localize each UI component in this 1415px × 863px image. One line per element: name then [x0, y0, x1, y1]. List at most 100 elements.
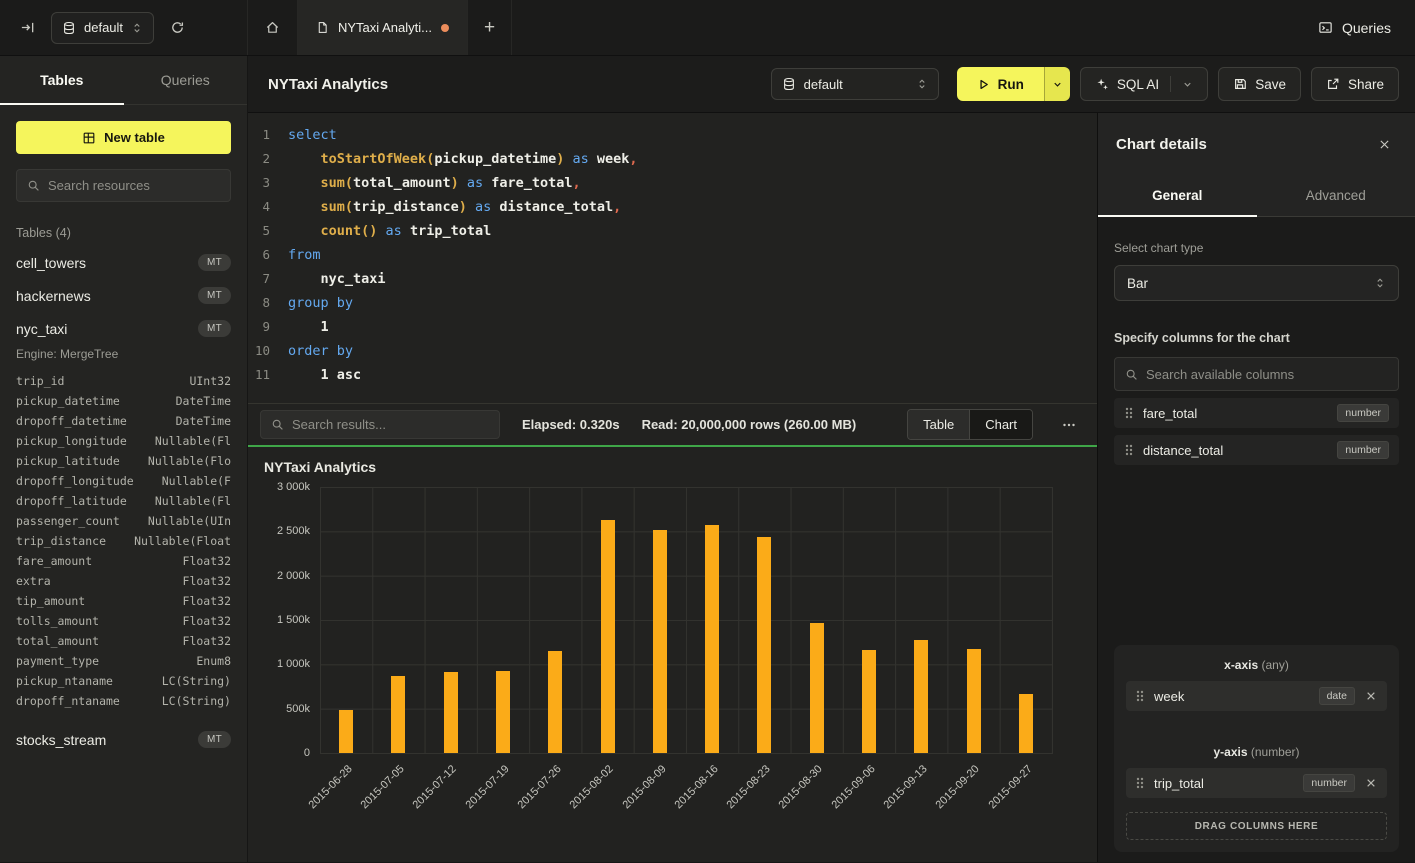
- tables-section-label: Tables (4): [16, 226, 231, 240]
- y-axis-column-item[interactable]: trip_totalnumber: [1126, 768, 1387, 798]
- topbar: default NYTaxi Analyti... + Queries: [0, 0, 1415, 56]
- table-name: stocks_stream: [16, 732, 106, 748]
- run-split-button: Run: [957, 67, 1070, 101]
- line-number: 6: [248, 243, 288, 267]
- column-type: Nullable(Fl: [155, 434, 231, 448]
- panel-title: Chart details: [1116, 136, 1207, 153]
- engine-badge: MT: [198, 320, 231, 337]
- share-icon: [1326, 77, 1340, 91]
- code-line: 4 sum(trip_distance) as distance_total,: [248, 195, 1097, 219]
- chart-bar: [862, 650, 876, 753]
- column-name: pickup_datetime: [16, 394, 120, 408]
- table-row[interactable]: nyc_taxi MT: [0, 312, 247, 345]
- column-type: Nullable(Fl: [155, 494, 231, 508]
- column-row: pickup_latitudeNullable(Flo: [0, 451, 247, 471]
- table-row[interactable]: hackernewsMT: [0, 279, 247, 312]
- database-selector[interactable]: default: [51, 12, 154, 44]
- sql-editor[interactable]: 1select2 toStartOfWeek(pickup_datetime) …: [248, 113, 1097, 403]
- table-name: nyc_taxi: [16, 321, 67, 337]
- columns-search: [1114, 357, 1399, 391]
- available-column-item[interactable]: distance_totalnumber: [1114, 435, 1399, 465]
- results-search-input[interactable]: [292, 417, 489, 432]
- code-text: 1 asc: [288, 363, 361, 387]
- column-type: Nullable(F: [162, 474, 231, 488]
- code-line: 8group by: [248, 291, 1097, 315]
- line-number: 1: [248, 123, 288, 147]
- sidebar-tab-queries[interactable]: Queries: [124, 56, 248, 104]
- view-toggle-table[interactable]: Table: [908, 410, 969, 439]
- chart-type-label: Select chart type: [1114, 241, 1399, 255]
- view-toggle: TableChart: [907, 409, 1033, 440]
- button-divider: [1170, 76, 1171, 92]
- resources-search-input[interactable]: [48, 178, 220, 193]
- search-icon: [271, 418, 284, 431]
- table-row[interactable]: stocks_streamMT: [0, 723, 247, 756]
- query-tab[interactable]: NYTaxi Analyti...: [297, 0, 468, 55]
- queries-button[interactable]: Queries: [1294, 0, 1415, 55]
- chart-bar: [705, 525, 719, 753]
- chart-bar: [810, 623, 824, 753]
- refresh-button[interactable]: [164, 14, 191, 41]
- panel-tab-advanced[interactable]: Advanced: [1257, 175, 1415, 216]
- y-axis-hint: (number): [1251, 745, 1300, 759]
- column-row: dropoff_ntanameLC(String): [0, 691, 247, 711]
- x-axis-tick-label: 2015-08-23: [725, 763, 773, 811]
- save-button[interactable]: Save: [1218, 67, 1301, 101]
- chart-panel: NYTaxi Analytics 2015-06-282015-07-05201…: [248, 445, 1097, 862]
- sql-ai-button[interactable]: SQL AI: [1080, 67, 1208, 101]
- run-database-selector[interactable]: default: [771, 68, 939, 100]
- chart-bar: [339, 710, 353, 753]
- code-text: order by: [288, 339, 353, 363]
- column-name: dropoff_ntaname: [16, 694, 120, 708]
- x-axis-tick-label: 2015-09-13: [882, 763, 930, 811]
- new-tab-button[interactable]: +: [467, 0, 512, 55]
- column-name: tolls_amount: [16, 614, 99, 628]
- x-axis-tick-label: 2015-08-16: [672, 763, 720, 811]
- view-toggle-chart[interactable]: Chart: [969, 410, 1032, 439]
- sidebar-tab-tables[interactable]: Tables: [0, 56, 124, 104]
- chevron-down-icon: [1052, 79, 1063, 90]
- column-type: LC(String): [162, 674, 231, 688]
- ellipsis-icon: [1061, 417, 1077, 433]
- y-axis-label: y-axis: [1213, 745, 1247, 759]
- drop-zone[interactable]: DRAG COLUMNS HERE: [1126, 812, 1387, 840]
- topbar-spacer: [512, 0, 1294, 55]
- y-axis-tick-label: 1 000k: [277, 658, 310, 670]
- panel-tab-general[interactable]: General: [1098, 175, 1257, 216]
- remove-column-button[interactable]: [1364, 689, 1378, 703]
- x-axis-column-item[interactable]: weekdate: [1126, 681, 1387, 711]
- new-table-button[interactable]: New table: [16, 121, 231, 154]
- table-row[interactable]: cell_towersMT: [0, 246, 247, 279]
- code-line: 3 sum(total_amount) as fare_total,: [248, 171, 1097, 195]
- resources-search: [16, 169, 231, 202]
- results-menu-button[interactable]: [1055, 413, 1083, 437]
- columns-search-input[interactable]: [1146, 367, 1388, 382]
- chart-details-panel: Chart details GeneralAdvanced Select cha…: [1097, 113, 1415, 862]
- share-button[interactable]: Share: [1311, 67, 1399, 101]
- home-tab[interactable]: [247, 0, 298, 55]
- column-name: fare_amount: [16, 554, 92, 568]
- x-axis-tick-label: 2015-09-06: [829, 763, 877, 811]
- chart-type-select[interactable]: Bar: [1114, 265, 1399, 301]
- chart-bar: [967, 649, 981, 753]
- chart-title: NYTaxi Analytics: [264, 459, 376, 475]
- collapse-sidebar-button[interactable]: [14, 14, 41, 41]
- run-options-button[interactable]: [1044, 67, 1070, 101]
- sidebar: TablesQueries New table Tables (4) cell_…: [0, 56, 248, 862]
- remove-column-button[interactable]: [1364, 776, 1378, 790]
- topbar-left: default: [0, 0, 248, 55]
- available-column-item[interactable]: fare_totalnumber: [1114, 398, 1399, 428]
- search-icon: [27, 179, 40, 192]
- column-item-name: trip_total: [1154, 776, 1294, 791]
- close-panel-button[interactable]: [1372, 132, 1397, 157]
- column-row: payment_typeEnum8: [0, 651, 247, 671]
- chevron-down-icon: [1182, 79, 1193, 90]
- save-label: Save: [1255, 77, 1286, 92]
- y-axis-title: y-axis (number): [1126, 745, 1387, 759]
- chart-type-value: Bar: [1127, 276, 1148, 291]
- column-name: payment_type: [16, 654, 99, 668]
- save-icon: [1233, 77, 1247, 91]
- chevron-updown-icon: [131, 22, 143, 34]
- file-icon: [316, 21, 329, 34]
- run-button[interactable]: Run: [957, 67, 1044, 101]
